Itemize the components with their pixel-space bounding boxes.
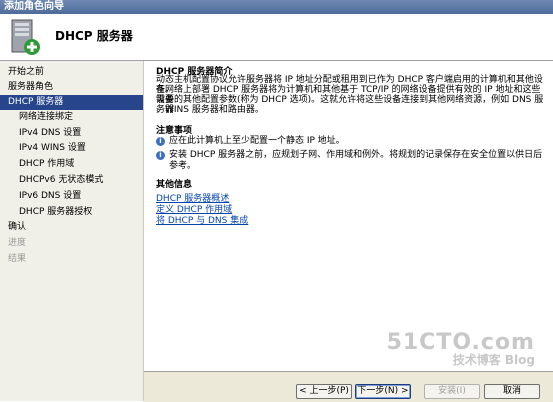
sidebar-item-network-binding[interactable]: 网络连接绑定 — [0, 110, 143, 125]
other-info-heading: 其他信息 — [156, 180, 193, 190]
sidebar-item-dhcpv6-stateless[interactable]: DHCPv6 无状态模式 — [0, 173, 143, 188]
wizard-sidebar: 开始之前 服务器角色 DHCP 服务器 网络连接绑定 IPv4 DNS 设置 I… — [0, 61, 144, 401]
server-add-icon — [11, 19, 40, 55]
sidebar-item-ipv6-dns[interactable]: IPv6 DNS 设置 — [0, 189, 143, 204]
intro-line-4: 、WINS 服务器和路由器。 — [156, 105, 264, 115]
next-button[interactable]: 下一步(N) > — [355, 384, 411, 399]
sidebar-item-dhcp-server[interactable]: DHCP 服务器 — [0, 95, 143, 110]
link-integrate-dhcp-dns[interactable]: 将 DHCP 与 DNS 集成 — [156, 213, 248, 226]
sidebar-item-progress: 进度 — [8, 238, 27, 248]
note-text: 安装 DHCP 服务器之前，应规划子网、作用域和例外。将规划的记录保存在安全位置… — [169, 150, 543, 171]
install-button[interactable]: 安装(I) — [424, 384, 480, 399]
sidebar-item-confirmation[interactable]: 确认 — [0, 220, 143, 235]
info-icon: i — [156, 151, 165, 160]
wizard-footer: < 上一步(P) 下一步(N) > 安装(I) 取消 — [144, 371, 553, 402]
note-item: i 安装 DHCP 服务器之前，应规划子网、作用域和例外。将规划的记录保存在安全位… — [156, 150, 546, 172]
window-title-bar: 添加角色向导 — [0, 0, 553, 14]
sidebar-item-dhcp-authorization[interactable]: DHCP 服务器授权 — [0, 205, 143, 220]
sidebar-item-server-roles[interactable]: 服务器角色 — [0, 80, 143, 95]
sidebar-item-results: 结果 — [8, 254, 27, 264]
sidebar-item-ipv4-dns[interactable]: IPv4 DNS 设置 — [0, 126, 143, 141]
page-title: DHCP 服务器 — [55, 29, 133, 43]
note-item: i 应在此计算机上至少配置一个静态 IP 地址。 — [156, 136, 546, 147]
window-title: 添加角色向导 — [4, 1, 64, 12]
sidebar-item-before-you-begin[interactable]: 开始之前 — [0, 65, 143, 80]
sidebar-item-ipv4-wins[interactable]: IPv4 WINS 设置 — [0, 141, 143, 156]
sidebar-item-dhcp-scopes[interactable]: DHCP 作用域 — [0, 157, 143, 172]
wizard-content: DHCP 服务器简介 动态主机配置协议允许服务器将 IP 地址分配或租用到已作为… — [144, 61, 553, 371]
note-text: 应在此计算机上至少配置一个静态 IP 地址。 — [169, 136, 345, 146]
wizard-header: DHCP 服务器 — [0, 14, 553, 61]
info-icon: i — [156, 137, 165, 146]
cancel-button[interactable]: 取消 — [484, 384, 540, 399]
watermark: 51CTO.com 技术博客 Blog — [387, 330, 535, 368]
notes-heading: 注意事项 — [156, 126, 193, 136]
back-button[interactable]: < 上一步(P) — [296, 384, 352, 399]
